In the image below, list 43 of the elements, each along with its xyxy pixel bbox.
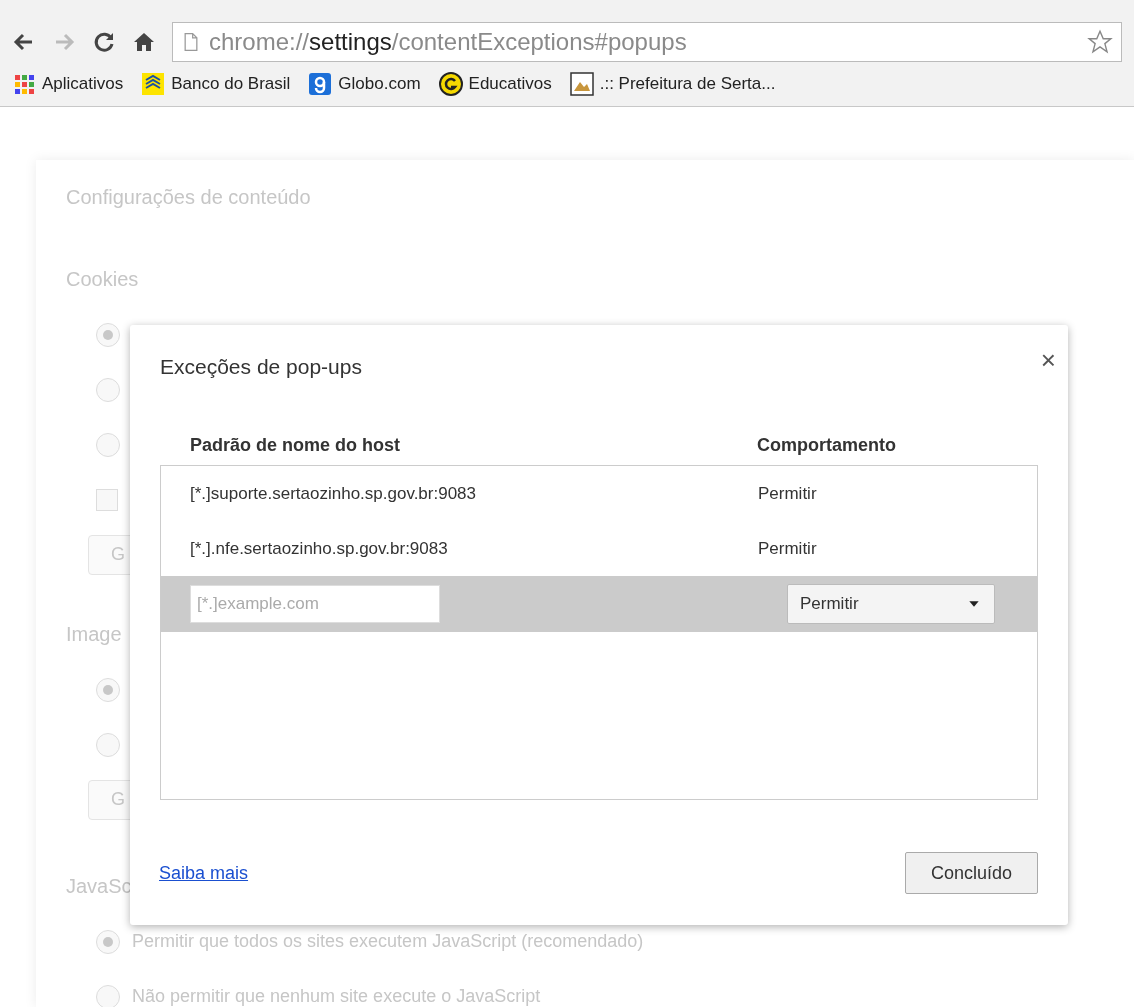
radio-button[interactable] xyxy=(96,322,120,347)
learn-more-link[interactable]: Saiba mais xyxy=(159,859,249,887)
picture-icon xyxy=(569,72,594,96)
host-pattern: [*.]suporte.sertaozinho.sp.gov.br:9083 xyxy=(189,482,478,505)
url-text: chrome://settings/contentExceptions#popups xyxy=(209,27,688,57)
apps-icon xyxy=(12,72,36,96)
bookmark[interactable]: .:: Prefeitura de Serta... xyxy=(569,71,776,97)
column-header: Comportamento xyxy=(757,433,896,457)
option-label: Não permitir que nenhum site execute o JavaScript xyxy=(132,985,541,1007)
g-icon xyxy=(308,72,333,96)
radio-button[interactable] xyxy=(96,929,120,954)
section-heading: Cookies xyxy=(66,267,139,292)
radio-button[interactable] xyxy=(96,432,120,457)
bank-icon xyxy=(141,72,166,96)
bookmark[interactable]: Banco do Brasil xyxy=(141,71,291,97)
dropdown-value: Permitir xyxy=(800,593,859,616)
section-heading: JavaSc xyxy=(66,874,132,899)
reload-icon[interactable] xyxy=(92,30,116,54)
home-icon[interactable] xyxy=(132,30,156,54)
radio-button[interactable] xyxy=(96,377,120,402)
column-header: Padrão de nome do host xyxy=(189,433,402,457)
done-button[interactable]: Concluído xyxy=(905,852,1038,894)
checkbox[interactable] xyxy=(96,488,118,511)
host-pattern: [*.].nfe.sertaozinho.sp.gov.br:9083 xyxy=(189,537,449,560)
star-icon[interactable] xyxy=(1087,29,1113,55)
panel-title: Configurações de conteúdo xyxy=(66,185,311,210)
bookmark[interactable]: Educativos xyxy=(438,71,552,97)
option-label: Permitir que todos os sites executem JavaScript (recomendado) xyxy=(132,930,644,953)
coin-icon xyxy=(438,72,463,96)
behavior-dropdown[interactable]: Permitir xyxy=(787,584,995,624)
section-heading: Image xyxy=(66,622,122,647)
radio-button[interactable] xyxy=(96,732,120,757)
address-bar[interactable]: chrome://settings/contentExceptions#popups xyxy=(172,22,1122,62)
list-row[interactable]: [*.]example.com Permitir xyxy=(161,576,1037,632)
behavior-text: Permitir xyxy=(758,537,817,560)
bookmark[interactable]: Globo.com xyxy=(308,71,421,97)
dialog-title: Exceções de pop-ups xyxy=(160,354,362,380)
behavior-text: Permitir xyxy=(758,482,817,505)
radio-button[interactable] xyxy=(96,677,120,702)
bookmark[interactable]: Aplicativos xyxy=(12,71,124,97)
pattern-input-field[interactable]: [*.]example.com xyxy=(190,585,440,623)
close-button[interactable]: × xyxy=(1040,347,1056,373)
radio-button[interactable] xyxy=(96,984,120,1007)
